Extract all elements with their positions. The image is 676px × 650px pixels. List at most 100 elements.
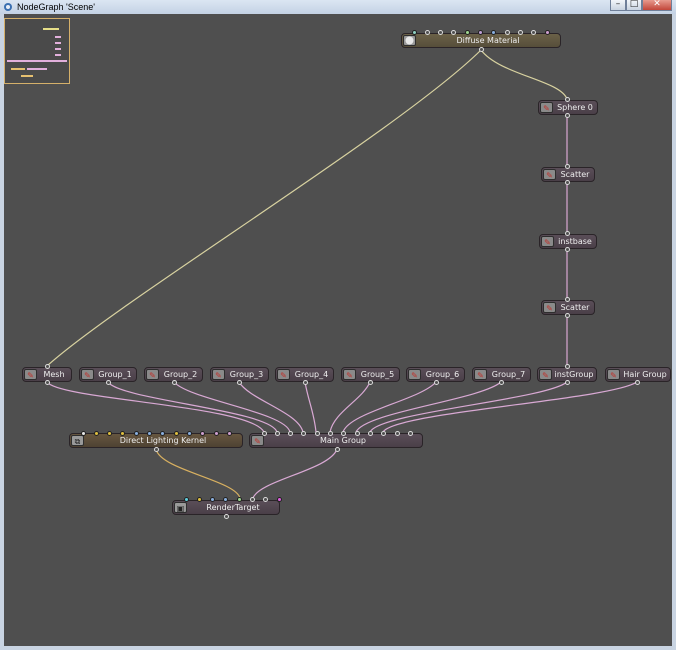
input-pin[interactable] (438, 29, 444, 35)
minimize-button[interactable]: – (610, 0, 626, 11)
minimap-group-row (7, 60, 67, 62)
input-pin[interactable] (210, 496, 216, 502)
output-pin[interactable] (564, 296, 570, 302)
input-pin[interactable] (564, 163, 570, 169)
node-diffuse-material[interactable]: Diffuse Material (401, 33, 561, 48)
minimap-node (55, 36, 61, 38)
graph-minimap[interactable] (4, 18, 70, 84)
input-pin[interactable] (196, 496, 202, 502)
input-pin[interactable] (80, 430, 86, 436)
output-pin[interactable] (236, 379, 242, 385)
minimap-material-node (43, 28, 59, 30)
output-pin[interactable] (564, 230, 570, 236)
input-pin[interactable] (504, 29, 510, 35)
geometry-node-icon: ✎ (146, 369, 159, 380)
output-pin[interactable] (634, 379, 640, 385)
node-label: Scatter (560, 170, 590, 179)
input-pin[interactable] (120, 430, 126, 436)
input-pin[interactable] (276, 496, 282, 502)
minimap-kernel-node (11, 68, 25, 70)
output-pin[interactable] (105, 379, 111, 385)
app-icon (4, 3, 12, 11)
maximize-button[interactable]: □ (626, 0, 642, 11)
render-target-icon: ▣ (174, 502, 187, 513)
input-pin[interactable] (133, 430, 139, 436)
input-pin[interactable] (200, 430, 206, 436)
output-pin[interactable] (498, 379, 504, 385)
input-pin[interactable] (288, 430, 294, 436)
input-pin[interactable] (226, 430, 232, 436)
input-pin[interactable] (464, 29, 470, 35)
input-pin[interactable] (274, 430, 280, 436)
input-pin[interactable] (250, 496, 255, 502)
output-pin[interactable] (564, 312, 570, 318)
input-pin[interactable] (424, 29, 430, 35)
node-render-target[interactable]: ▣ RenderTarget (172, 500, 280, 515)
input-pin[interactable] (223, 496, 229, 502)
input-pin[interactable] (93, 430, 99, 436)
geometry-node-icon: ✎ (543, 169, 556, 180)
input-pin[interactable] (564, 179, 570, 185)
output-pin[interactable] (564, 96, 570, 102)
input-pin[interactable] (381, 430, 387, 436)
input-pin[interactable] (328, 430, 333, 436)
node-label: Direct Lighting Kernel (119, 436, 207, 445)
node-label: Sphere 0 (557, 103, 593, 112)
node-label: Group_4 (294, 370, 329, 379)
input-pin[interactable] (411, 29, 417, 35)
input-pin[interactable] (531, 29, 537, 35)
input-pin[interactable] (213, 430, 219, 436)
node-label: Group_3 (229, 370, 264, 379)
input-pin[interactable] (236, 496, 242, 502)
geometry-node-icon: ✎ (474, 369, 487, 380)
output-pin[interactable] (171, 379, 177, 385)
input-pin[interactable] (301, 430, 307, 436)
geometry-node-icon: ✎ (277, 369, 290, 380)
output-pin[interactable] (44, 379, 50, 385)
geometry-node-icon: ✎ (212, 369, 225, 380)
input-pin[interactable] (478, 29, 483, 35)
geometry-node-icon: ✎ (24, 369, 37, 380)
input-pin[interactable] (394, 430, 400, 436)
input-pin[interactable] (354, 430, 360, 436)
input-pin[interactable] (407, 430, 413, 436)
node-label: Group_1 (98, 370, 132, 379)
input-pin[interactable] (564, 363, 570, 369)
input-pin[interactable] (451, 29, 457, 35)
input-pin[interactable] (314, 430, 320, 436)
input-pin[interactable] (107, 430, 113, 436)
input-pin[interactable] (341, 430, 347, 436)
close-button[interactable]: ✕ (642, 0, 672, 11)
node-label: instbase (558, 237, 592, 246)
input-pin[interactable] (173, 430, 179, 436)
input-pin[interactable] (147, 430, 152, 436)
input-pin[interactable] (544, 29, 550, 35)
input-pin[interactable] (44, 363, 50, 369)
input-pin[interactable] (263, 496, 269, 502)
output-pin[interactable] (367, 379, 373, 385)
input-pin[interactable] (186, 430, 192, 436)
geometry-node-icon: ✎ (408, 369, 421, 380)
material-sphere-icon (403, 35, 416, 46)
output-pin[interactable] (478, 46, 484, 52)
input-pin[interactable] (183, 496, 189, 502)
geometry-node-icon: ✎ (607, 369, 620, 380)
input-pin[interactable] (160, 430, 166, 436)
title-bar[interactable]: NodeGraph 'Scene' – □ ✕ (0, 0, 676, 14)
input-pin[interactable] (491, 29, 497, 35)
geometry-node-icon: ✎ (343, 369, 356, 380)
output-pin[interactable] (564, 246, 570, 252)
output-pin[interactable] (223, 513, 229, 519)
output-pin[interactable] (433, 379, 439, 385)
output-pin[interactable] (302, 379, 308, 385)
output-pin[interactable] (334, 446, 340, 452)
input-pin[interactable] (517, 29, 523, 35)
input-pin[interactable] (564, 379, 570, 385)
output-pin[interactable] (564, 112, 570, 118)
input-pin[interactable] (367, 430, 373, 436)
input-pin[interactable] (261, 430, 267, 436)
output-pin[interactable] (153, 446, 159, 452)
node-label: Group_6 (425, 370, 460, 379)
node-label: Diffuse Material (456, 36, 520, 45)
node-label: instGroup (554, 370, 594, 379)
